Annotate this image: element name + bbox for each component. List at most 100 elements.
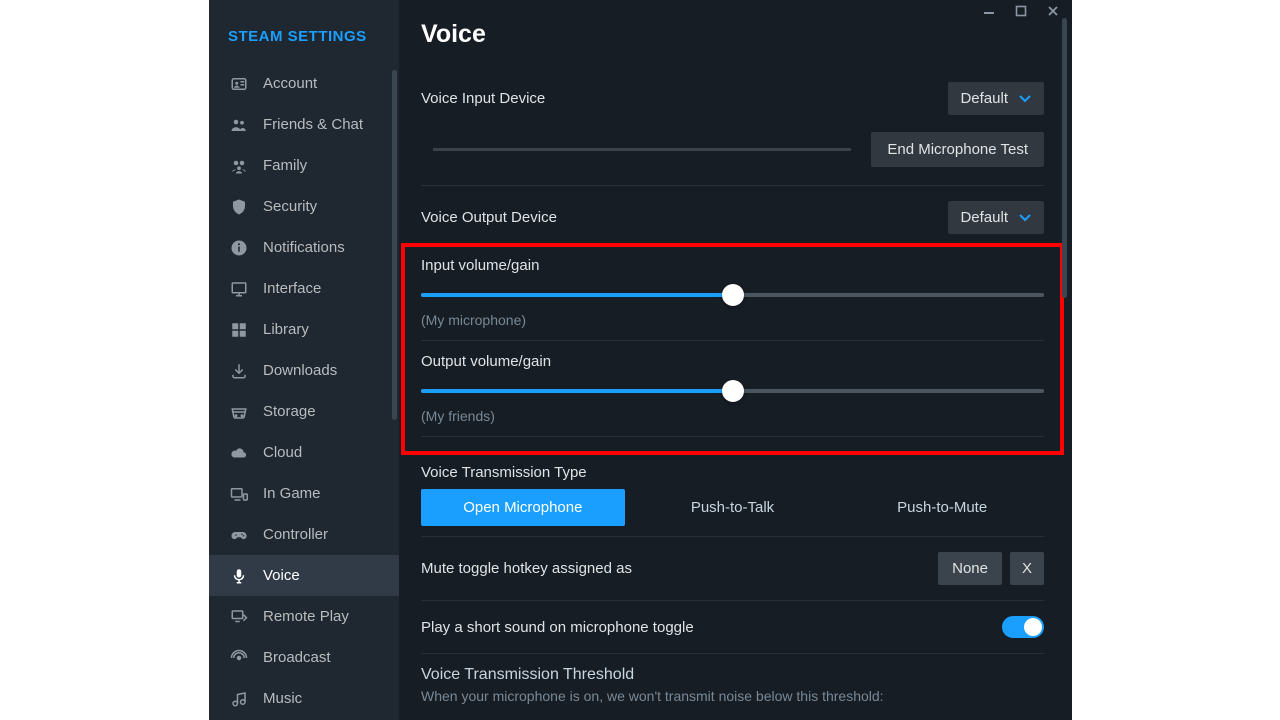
- input-gain-label: Input volume/gain: [421, 257, 1044, 274]
- sidebar-item-label: Voice: [263, 567, 300, 584]
- broadcast-icon: [229, 648, 249, 668]
- content-panel: Voice Voice Input Device Default End Mic…: [399, 0, 1072, 720]
- friends-chat-icon: [229, 115, 249, 135]
- divider: [421, 600, 1044, 601]
- chevron-down-icon: [1018, 94, 1032, 104]
- library-icon: [229, 320, 249, 340]
- sidebar-item-interface[interactable]: Interface: [209, 268, 399, 309]
- sidebar-item-music[interactable]: Music: [209, 678, 399, 719]
- divider: [421, 653, 1044, 654]
- transmission-type-row: Voice Transmission Type: [421, 455, 1044, 481]
- family-icon: [229, 156, 249, 176]
- sidebar-item-label: Downloads: [263, 362, 337, 379]
- threshold-section: Voice Transmission Threshold When your m…: [421, 660, 1044, 704]
- divider: [421, 536, 1044, 537]
- slider-handle[interactable]: [722, 284, 744, 306]
- notifications-icon: [229, 238, 249, 258]
- in-game-icon: [229, 484, 249, 504]
- downloads-icon: [229, 361, 249, 381]
- close-button[interactable]: [1044, 4, 1062, 18]
- transmission-type-label: Voice Transmission Type: [421, 464, 587, 481]
- maximize-button[interactable]: [1012, 4, 1030, 18]
- music-icon: [229, 689, 249, 709]
- sound-toggle-row: Play a short sound on microphone toggle: [421, 607, 1044, 647]
- sidebar-item-label: Broadcast: [263, 649, 331, 666]
- output-device-dropdown[interactable]: Default: [948, 201, 1044, 234]
- output-gain-slider[interactable]: [421, 382, 1044, 400]
- output-gain-label: Output volume/gain: [421, 353, 1044, 370]
- input-gain-section: Input volume/gain (My microphone) Output…: [421, 257, 1044, 437]
- slider-handle[interactable]: [722, 380, 744, 402]
- remote-play-icon: [229, 607, 249, 627]
- sound-toggle-label: Play a short sound on microphone toggle: [421, 619, 694, 636]
- sidebar-item-label: Controller: [263, 526, 328, 543]
- sidebar-item-label: Music: [263, 690, 302, 707]
- threshold-label: Voice Transmission Threshold: [421, 660, 1044, 684]
- sidebar-item-label: In Game: [263, 485, 321, 502]
- input-gain-subtext: (My microphone): [421, 312, 1044, 328]
- sidebar-item-label: Cloud: [263, 444, 302, 461]
- sidebar-item-label: Library: [263, 321, 309, 338]
- sidebar-item-remote-play[interactable]: Remote Play: [209, 596, 399, 637]
- sidebar-item-family[interactable]: Family: [209, 145, 399, 186]
- title-bar: [980, 0, 1072, 20]
- sidebar-item-label: Storage: [263, 403, 316, 420]
- sidebar-item-security[interactable]: Security: [209, 186, 399, 227]
- controller-icon: [229, 525, 249, 545]
- sidebar-item-notifications[interactable]: Notifications: [209, 227, 399, 268]
- page-title: Voice: [421, 20, 1044, 49]
- voice-icon: [229, 566, 249, 586]
- mute-hotkey-value-button[interactable]: None: [938, 552, 1002, 585]
- mic-level-row: End Microphone Test: [421, 124, 1044, 179]
- chevron-down-icon: [1018, 213, 1032, 223]
- sidebar-item-voice[interactable]: Voice: [209, 555, 399, 596]
- mute-hotkey-label: Mute toggle hotkey assigned as: [421, 560, 632, 577]
- sidebar-item-downloads[interactable]: Downloads: [209, 350, 399, 391]
- output-device-label: Voice Output Device: [421, 209, 557, 226]
- transmission-option-open-microphone[interactable]: Open Microphone: [421, 489, 625, 526]
- divider: [421, 185, 1044, 186]
- minimize-button[interactable]: [980, 4, 998, 18]
- sidebar-item-label: Family: [263, 157, 307, 174]
- end-mic-test-button[interactable]: End Microphone Test: [871, 132, 1044, 167]
- mic-level-meter: [433, 148, 851, 151]
- input-device-row: Voice Input Device Default: [421, 73, 1044, 124]
- security-icon: [229, 197, 249, 217]
- sidebar-item-friends-chat[interactable]: Friends & Chat: [209, 104, 399, 145]
- mute-hotkey-row: Mute toggle hotkey assigned as None X: [421, 543, 1044, 594]
- input-device-label: Voice Input Device: [421, 90, 545, 107]
- sidebar-item-broadcast[interactable]: Broadcast: [209, 637, 399, 678]
- sidebar-scrollbar[interactable]: [391, 70, 399, 720]
- sidebar: STEAM SETTINGS Account Friends & Chat Fami…: [209, 0, 399, 720]
- sidebar-title: STEAM SETTINGS: [209, 0, 399, 63]
- sidebar-item-library[interactable]: Library: [209, 309, 399, 350]
- transmission-option-push-to-mute[interactable]: Push-to-Mute: [840, 489, 1044, 526]
- sidebar-item-account[interactable]: Account: [209, 63, 399, 104]
- cloud-icon: [229, 443, 249, 463]
- transmission-option-push-to-talk[interactable]: Push-to-Talk: [631, 489, 835, 526]
- mute-hotkey-clear-button[interactable]: X: [1010, 552, 1044, 585]
- sidebar-item-label: Friends & Chat: [263, 116, 363, 133]
- sidebar-item-in-game[interactable]: In Game: [209, 473, 399, 514]
- input-device-dropdown[interactable]: Default: [948, 82, 1044, 115]
- sidebar-item-label: Account: [263, 75, 317, 92]
- storage-icon: [229, 402, 249, 422]
- sidebar-item-cloud[interactable]: Cloud: [209, 432, 399, 473]
- sound-toggle-switch[interactable]: [1002, 616, 1044, 638]
- sidebar-item-controller[interactable]: Controller: [209, 514, 399, 555]
- sidebar-item-label: Security: [263, 198, 317, 215]
- transmission-type-segment: Open MicrophonePush-to-TalkPush-to-Mute: [421, 481, 1044, 530]
- sidebar-item-storage[interactable]: Storage: [209, 391, 399, 432]
- gain-sliders-highlight: Input volume/gain (My microphone) Output…: [401, 243, 1064, 455]
- account-icon: [229, 74, 249, 94]
- sidebar-item-label: Interface: [263, 280, 321, 297]
- threshold-desc: When your microphone is on, we won't tra…: [421, 688, 1044, 704]
- output-gain-subtext: (My friends): [421, 408, 1044, 424]
- settings-window: STEAM SETTINGS Account Friends & Chat Fami…: [209, 0, 1072, 720]
- interface-icon: [229, 279, 249, 299]
- sidebar-nav: Account Friends & Chat Family Security Notif…: [209, 63, 399, 720]
- content-scrollbar[interactable]: [1062, 18, 1068, 710]
- sidebar-item-label: Notifications: [263, 239, 345, 256]
- output-device-row: Voice Output Device Default: [421, 192, 1044, 243]
- input-gain-slider[interactable]: [421, 286, 1044, 304]
